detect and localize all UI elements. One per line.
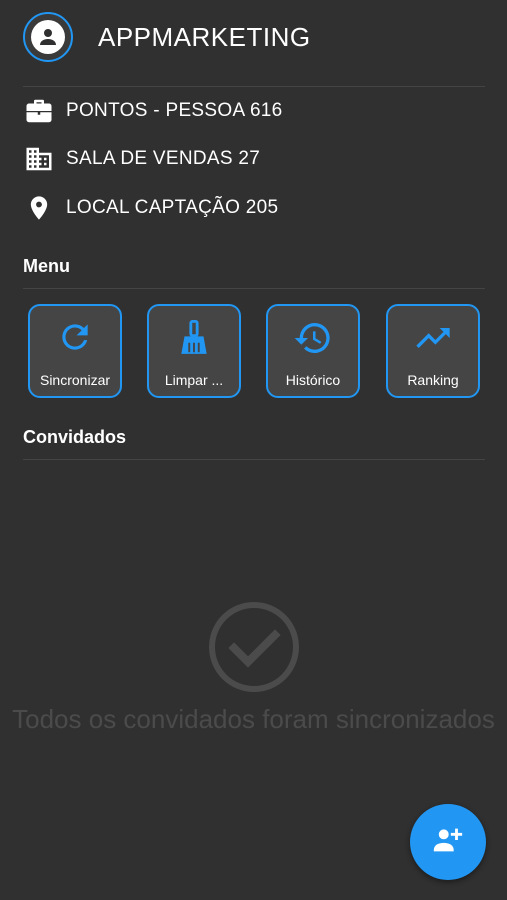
- clear-button[interactable]: Limpar ...: [147, 304, 241, 398]
- sync-button[interactable]: Sincronizar: [28, 304, 122, 398]
- add-person-icon: [431, 823, 465, 862]
- app-header: APPMARKETING: [0, 0, 507, 80]
- sync-label: Sincronizar: [39, 372, 111, 388]
- trending-up-icon: [388, 318, 478, 358]
- info-row-sales-room: SALA DE VENDAS 27: [23, 143, 260, 175]
- app-title: APPMARKETING: [98, 22, 311, 52]
- divider: [23, 459, 485, 460]
- check-circle-icon: [207, 602, 301, 698]
- sales-room-text: SALA DE VENDAS 27: [66, 148, 261, 169]
- sync-icon: [30, 318, 120, 358]
- info-row-points: PONTOS - PESSOA 616: [23, 95, 283, 127]
- divider: [23, 86, 485, 87]
- ranking-button[interactable]: Ranking: [386, 304, 480, 398]
- person-icon: [31, 20, 65, 54]
- clear-label: Limpar ...: [164, 372, 224, 388]
- points-text: PONTOS - PESSOA 616: [66, 100, 283, 121]
- empty-state-text: Todos os convidados foram sincronizados: [12, 704, 495, 734]
- add-guest-button[interactable]: [410, 804, 486, 880]
- guests-title: Convidados: [23, 427, 127, 447]
- ranking-label: Ranking: [407, 372, 459, 388]
- briefcase-icon: [23, 95, 55, 127]
- empty-state: [0, 600, 507, 699]
- history-button[interactable]: Histórico: [266, 304, 360, 398]
- divider: [23, 288, 485, 289]
- avatar[interactable]: [23, 12, 73, 62]
- location-pin-icon: [23, 192, 55, 224]
- menu-title: Menu: [23, 256, 70, 276]
- history-icon: [268, 318, 358, 358]
- building-icon: [23, 143, 55, 175]
- info-row-location: LOCAL CAPTAÇÃO 205: [23, 192, 278, 224]
- history-label: Histórico: [285, 372, 341, 388]
- broom-icon: [149, 318, 239, 358]
- location-text: LOCAL CAPTAÇÃO 205: [66, 197, 279, 218]
